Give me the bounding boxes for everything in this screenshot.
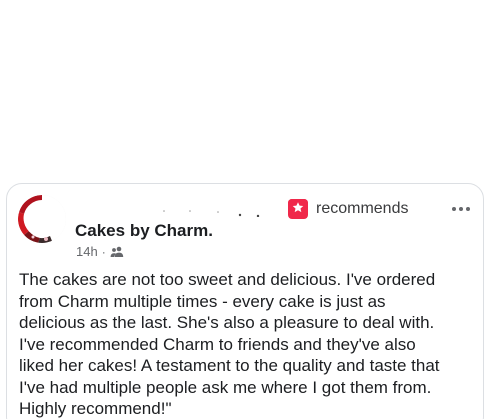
post-body-line: I've recommended Charm to friends and th… <box>19 334 416 354</box>
post-body-line: I've had multiple people ask me where I … <box>19 377 432 397</box>
more-options-icon-dot <box>459 207 463 211</box>
page-name-link[interactable]: Cakes by Charm. <box>75 221 213 241</box>
meta-separator: · <box>101 245 106 259</box>
more-options-button[interactable] <box>450 202 472 216</box>
profile-avatar[interactable] <box>18 195 66 243</box>
post-body-line: The cakes are not too sweet and deliciou… <box>19 270 436 289</box>
post-timestamp[interactable]: 14h <box>76 244 98 260</box>
post-body-line: delicious as the last. She's also a plea… <box>19 313 435 332</box>
post-meta: 14h · <box>76 244 124 260</box>
friends-icon[interactable] <box>110 246 124 258</box>
faint-dots-decoration <box>163 210 260 217</box>
post-body-line: from Charm multiple times - every cake i… <box>19 291 386 311</box>
recommend-star-icon <box>288 199 308 219</box>
recommends-label: recommends <box>316 200 409 217</box>
more-options-icon-dot <box>466 207 470 211</box>
avatar-image <box>18 195 66 243</box>
recommendation-header: recommends <box>288 198 408 220</box>
more-options-icon <box>452 207 456 211</box>
post-body-line: Highly recommend!" <box>19 399 172 418</box>
page: recommends Cakes by Charm. 14h · The cak… <box>0 0 487 419</box>
post-body-text: The cakes are not too sweet and deliciou… <box>19 269 479 419</box>
post-body-line: liked her cakes! A testament to the qual… <box>19 356 440 375</box>
